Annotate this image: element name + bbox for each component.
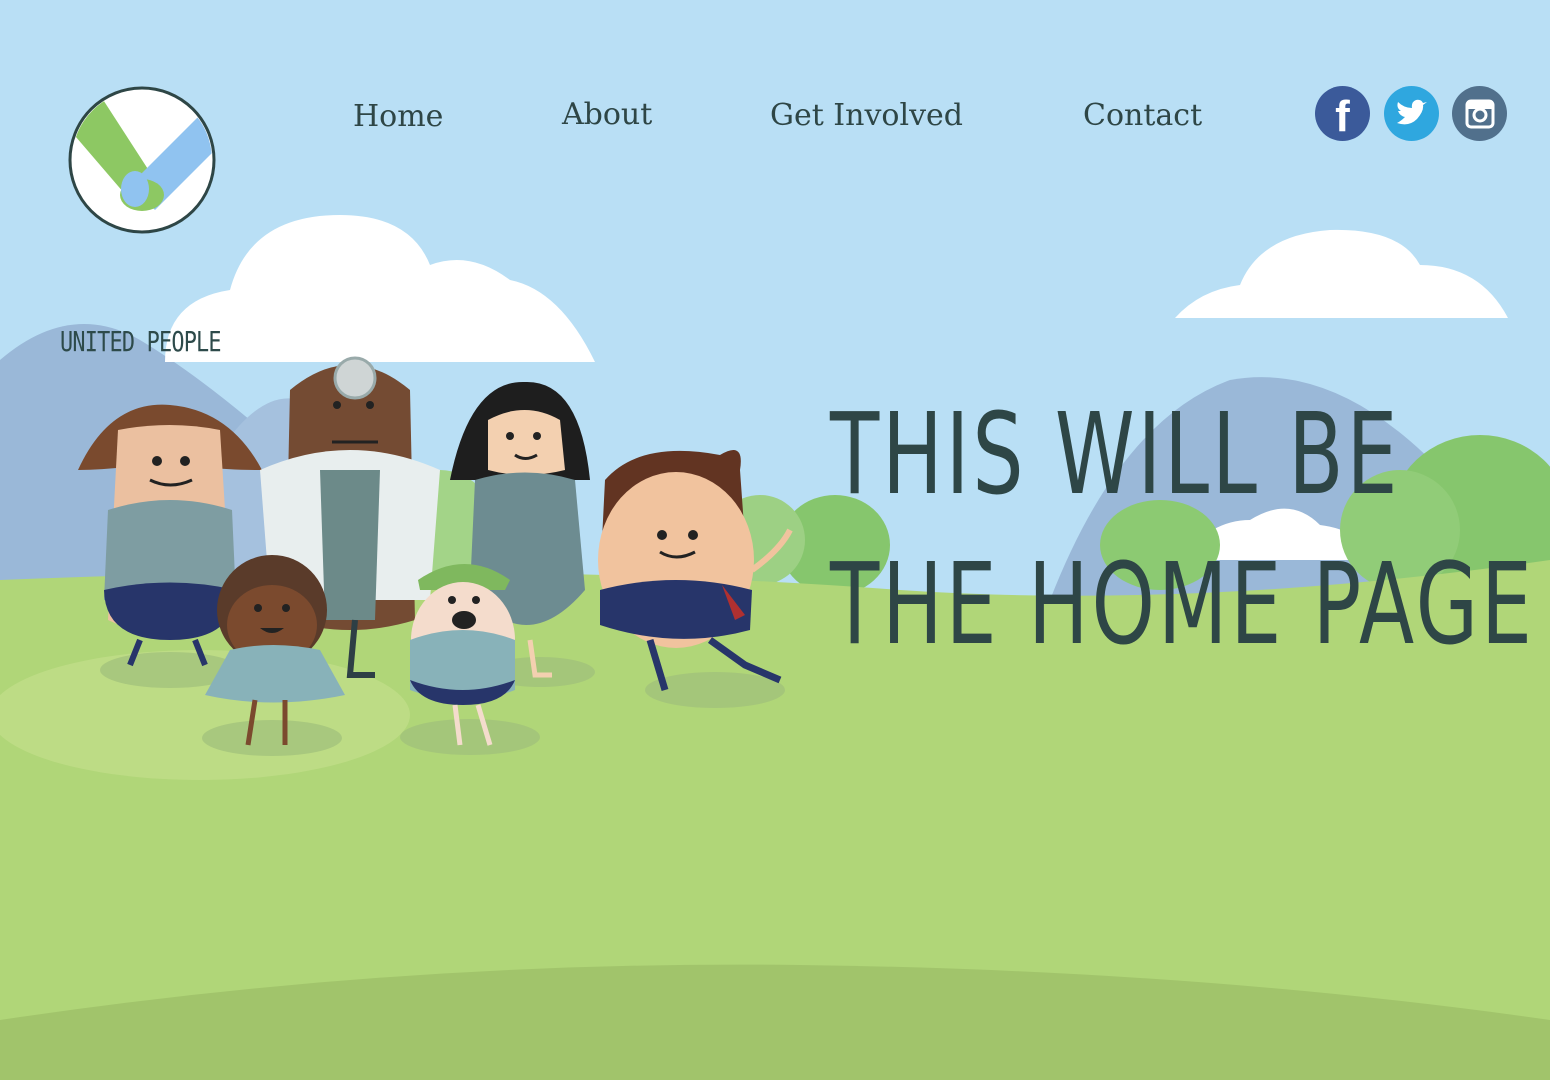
instagram-icon (1465, 99, 1494, 128)
facebook-icon: f (1335, 91, 1350, 141)
hero-line-2: THE HOME PAGE (830, 540, 1535, 670)
nav-get-involved[interactable]: Get Involved (770, 98, 963, 133)
hero-line-1: THIS WILL BE (830, 390, 1401, 520)
instagram-link[interactable] (1452, 86, 1507, 141)
nav-home[interactable]: Home (353, 99, 443, 134)
brand-name: UNITED PEOPLE (60, 325, 222, 358)
main-nav: Home About Get Involved Contact (0, 95, 1300, 145)
twitter-icon (1396, 99, 1427, 124)
twitter-link[interactable] (1384, 86, 1439, 141)
nav-about[interactable]: About (562, 97, 652, 132)
hero-headline: THIS WILL BE THE HOME PAGE (830, 380, 1535, 680)
facebook-link[interactable]: f (1315, 86, 1370, 141)
nav-contact[interactable]: Contact (1083, 98, 1202, 133)
